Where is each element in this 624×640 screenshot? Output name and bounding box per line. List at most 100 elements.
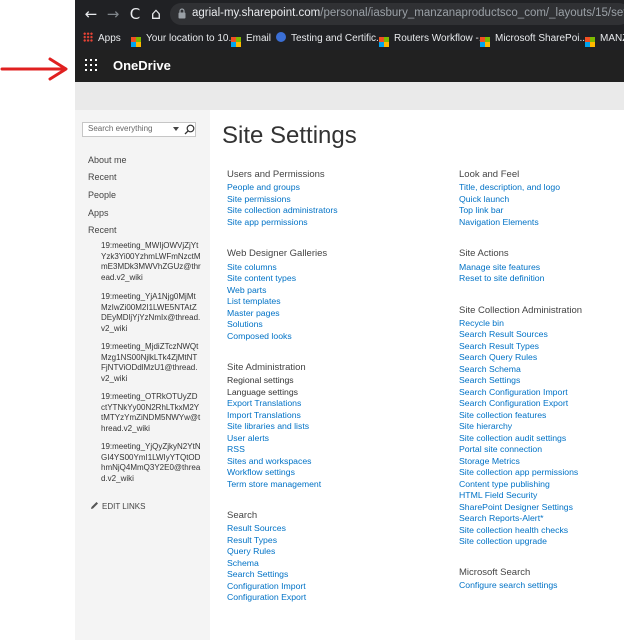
browser-nav-row: ← → C ⌂ agrial-my.sharepoint.com/persona… bbox=[75, 0, 624, 28]
section-heading-look: Look and Feel bbox=[459, 169, 520, 180]
link-top-link-bar[interactable]: Top link bar bbox=[459, 205, 503, 215]
search-box[interactable]: Search everything bbox=[82, 122, 196, 137]
onedrive-brand-link[interactable]: OneDrive bbox=[113, 58, 171, 73]
bookmark-apps[interactable]: Apps bbox=[83, 31, 121, 47]
link-solutions[interactable]: Solutions bbox=[227, 319, 263, 329]
recent-meeting-link[interactable]: 19:meeting_YjQyZjkyN2YtNGI4YS00YmI1LWIyY… bbox=[101, 442, 201, 484]
link-people-and-groups[interactable]: People and groups bbox=[227, 182, 300, 192]
bookmark-sharepoint[interactable]: Microsoft SharePoi... bbox=[480, 31, 588, 47]
app-launcher-icon[interactable] bbox=[85, 59, 99, 73]
edit-links-label: EDIT LINKS bbox=[102, 502, 146, 511]
bookmark-label: Microsoft SharePoi... bbox=[495, 33, 588, 44]
back-button[interactable]: ← bbox=[81, 4, 101, 24]
link-term-store-management[interactable]: Term store management bbox=[227, 479, 321, 489]
link-result-sources[interactable]: Result Sources bbox=[227, 523, 286, 533]
bookmark-label: Your location to 10... bbox=[146, 33, 237, 44]
bookmark-email[interactable]: Email bbox=[231, 31, 271, 47]
link-search-result-sources[interactable]: Search Result Sources bbox=[459, 329, 548, 339]
link-sharepoint-designer-settings[interactable]: SharePoint Designer Settings bbox=[459, 502, 573, 512]
link-site-libraries-lists[interactable]: Site libraries and lists bbox=[227, 421, 309, 431]
recent-meeting-link[interactable]: 19:meeting_YjA1Njg0MjMtMzIwZi00M2I1LWE5N… bbox=[101, 292, 201, 334]
link-import-translations[interactable]: Import Translations bbox=[227, 410, 301, 420]
bookmark-manz[interactable]: MANZ bbox=[585, 31, 624, 47]
nav-item-recent[interactable]: Recent bbox=[88, 172, 117, 182]
link-site-app-permissions[interactable]: Site app permissions bbox=[227, 217, 308, 227]
link-result-types[interactable]: Result Types bbox=[227, 535, 277, 545]
section-heading-admin: Site Administration bbox=[227, 362, 306, 373]
link-site-collection-features[interactable]: Site collection features bbox=[459, 410, 546, 420]
link-site-content-types[interactable]: Site content types bbox=[227, 273, 296, 283]
link-site-hierarchy[interactable]: Site hierarchy bbox=[459, 421, 512, 431]
link-search-reports-alert[interactable]: Search Reports-Alert* bbox=[459, 513, 544, 523]
recent-meeting-link[interactable]: 19:meeting_MjdiZTczNWQtMzg1NS00NjlkLTk4Z… bbox=[101, 342, 201, 384]
link-search-config-import[interactable]: Search Configuration Import bbox=[459, 387, 568, 397]
bookmark-routers[interactable]: Routers Workflow -... bbox=[379, 31, 487, 47]
link-query-rules[interactable]: Query Rules bbox=[227, 546, 275, 556]
link-audit-settings[interactable]: Site collection audit settings bbox=[459, 433, 566, 443]
nav-item-people[interactable]: People bbox=[88, 190, 116, 200]
apps-grid-icon bbox=[83, 32, 93, 42]
link-schema[interactable]: Schema bbox=[227, 558, 259, 568]
home-button[interactable]: ⌂ bbox=[146, 4, 166, 24]
link-search-schema[interactable]: Search Schema bbox=[459, 364, 521, 374]
ms-logo-icon bbox=[379, 37, 389, 47]
ms-logo-icon bbox=[585, 37, 595, 47]
link-workflow-settings[interactable]: Workflow settings bbox=[227, 467, 295, 477]
link-collection-app-permissions[interactable]: Site collection app permissions bbox=[459, 467, 578, 477]
link-site-permissions[interactable]: Site permissions bbox=[227, 194, 291, 204]
link-manage-site-features[interactable]: Manage site features bbox=[459, 262, 540, 272]
link-web-parts[interactable]: Web parts bbox=[227, 285, 266, 295]
search-icon[interactable] bbox=[184, 124, 195, 135]
nav-item-about-me[interactable]: About me bbox=[88, 155, 127, 165]
nav-item-apps[interactable]: Apps bbox=[88, 208, 109, 218]
link-composed-looks[interactable]: Composed looks bbox=[227, 331, 292, 341]
bookmark-location[interactable]: Your location to 10... bbox=[131, 31, 237, 47]
reload-button[interactable]: C bbox=[125, 4, 145, 24]
link-html-field-security[interactable]: HTML Field Security bbox=[459, 490, 537, 500]
link-configuration-export[interactable]: Configuration Export bbox=[227, 592, 306, 602]
link-search-result-types[interactable]: Search Result Types bbox=[459, 341, 539, 351]
chevron-down-icon[interactable] bbox=[173, 127, 179, 131]
link-navigation-elements[interactable]: Navigation Elements bbox=[459, 217, 539, 227]
link-export-translations[interactable]: Export Translations bbox=[227, 398, 301, 408]
link-regional-settings[interactable]: Regional settings bbox=[227, 375, 294, 385]
screenshot-root: ← → C ⌂ agrial-my.sharepoint.com/persona… bbox=[0, 0, 624, 640]
forward-button[interactable]: → bbox=[103, 4, 123, 24]
link-configure-search-settings[interactable]: Configure search settings bbox=[459, 580, 558, 590]
link-content-type-publishing[interactable]: Content type publishing bbox=[459, 479, 550, 489]
address-bar[interactable]: agrial-my.sharepoint.com/personal/iasbur… bbox=[170, 3, 624, 25]
recent-meeting-link[interactable]: 19:meeting_MWIjOWVjZjYtYzk3Yi00YzhmLWFmN… bbox=[101, 241, 201, 283]
link-collection-upgrade[interactable]: Site collection upgrade bbox=[459, 536, 547, 546]
link-search-settings[interactable]: Search Settings bbox=[227, 569, 288, 579]
link-quick-launch[interactable]: Quick launch bbox=[459, 194, 509, 204]
link-master-pages[interactable]: Master pages bbox=[227, 308, 280, 318]
link-rss[interactable]: RSS bbox=[227, 444, 245, 454]
suite-bar: OneDrive bbox=[75, 50, 624, 82]
link-sites-and-workspaces[interactable]: Sites and workspaces bbox=[227, 456, 312, 466]
link-site-columns[interactable]: Site columns bbox=[227, 262, 277, 272]
link-search-config-export[interactable]: Search Configuration Export bbox=[459, 398, 568, 408]
link-storage-metrics[interactable]: Storage Metrics bbox=[459, 456, 520, 466]
page-title: Site Settings bbox=[222, 122, 357, 149]
link-portal-site-connection[interactable]: Portal site connection bbox=[459, 444, 542, 454]
search-input[interactable]: Search everything bbox=[88, 124, 152, 133]
bookmark-label: Routers Workflow -... bbox=[394, 33, 488, 44]
link-recycle-bin[interactable]: Recycle bin bbox=[459, 318, 504, 328]
edit-links-button[interactable]: EDIT LINKS bbox=[90, 501, 145, 511]
link-reset-site-definition[interactable]: Reset to site definition bbox=[459, 273, 544, 283]
url-host: agrial-my.sharepoint.com bbox=[192, 7, 321, 19]
nav-item-recent-2[interactable]: Recent bbox=[88, 225, 117, 235]
bookmark-testing[interactable]: Testing and Certific... bbox=[276, 31, 384, 47]
link-user-alerts[interactable]: User alerts bbox=[227, 433, 269, 443]
link-health-checks[interactable]: Site collection health checks bbox=[459, 525, 568, 535]
link-list-templates[interactable]: List templates bbox=[227, 296, 281, 306]
link-title-description-logo[interactable]: Title, description, and logo bbox=[459, 182, 560, 192]
link-language-settings[interactable]: Language settings bbox=[227, 387, 298, 397]
recent-meeting-link[interactable]: 19:meeting_OTRkOTUyZDctYTNkYy00N2RhLTkxM… bbox=[101, 392, 201, 434]
lock-icon bbox=[178, 8, 186, 19]
section-heading-search: Search bbox=[227, 510, 258, 521]
link-search-query-rules[interactable]: Search Query Rules bbox=[459, 352, 537, 362]
link-configuration-import[interactable]: Configuration Import bbox=[227, 581, 306, 591]
link-site-collection-admins[interactable]: Site collection administrators bbox=[227, 205, 338, 215]
link-search-settings-collection[interactable]: Search Settings bbox=[459, 375, 520, 385]
